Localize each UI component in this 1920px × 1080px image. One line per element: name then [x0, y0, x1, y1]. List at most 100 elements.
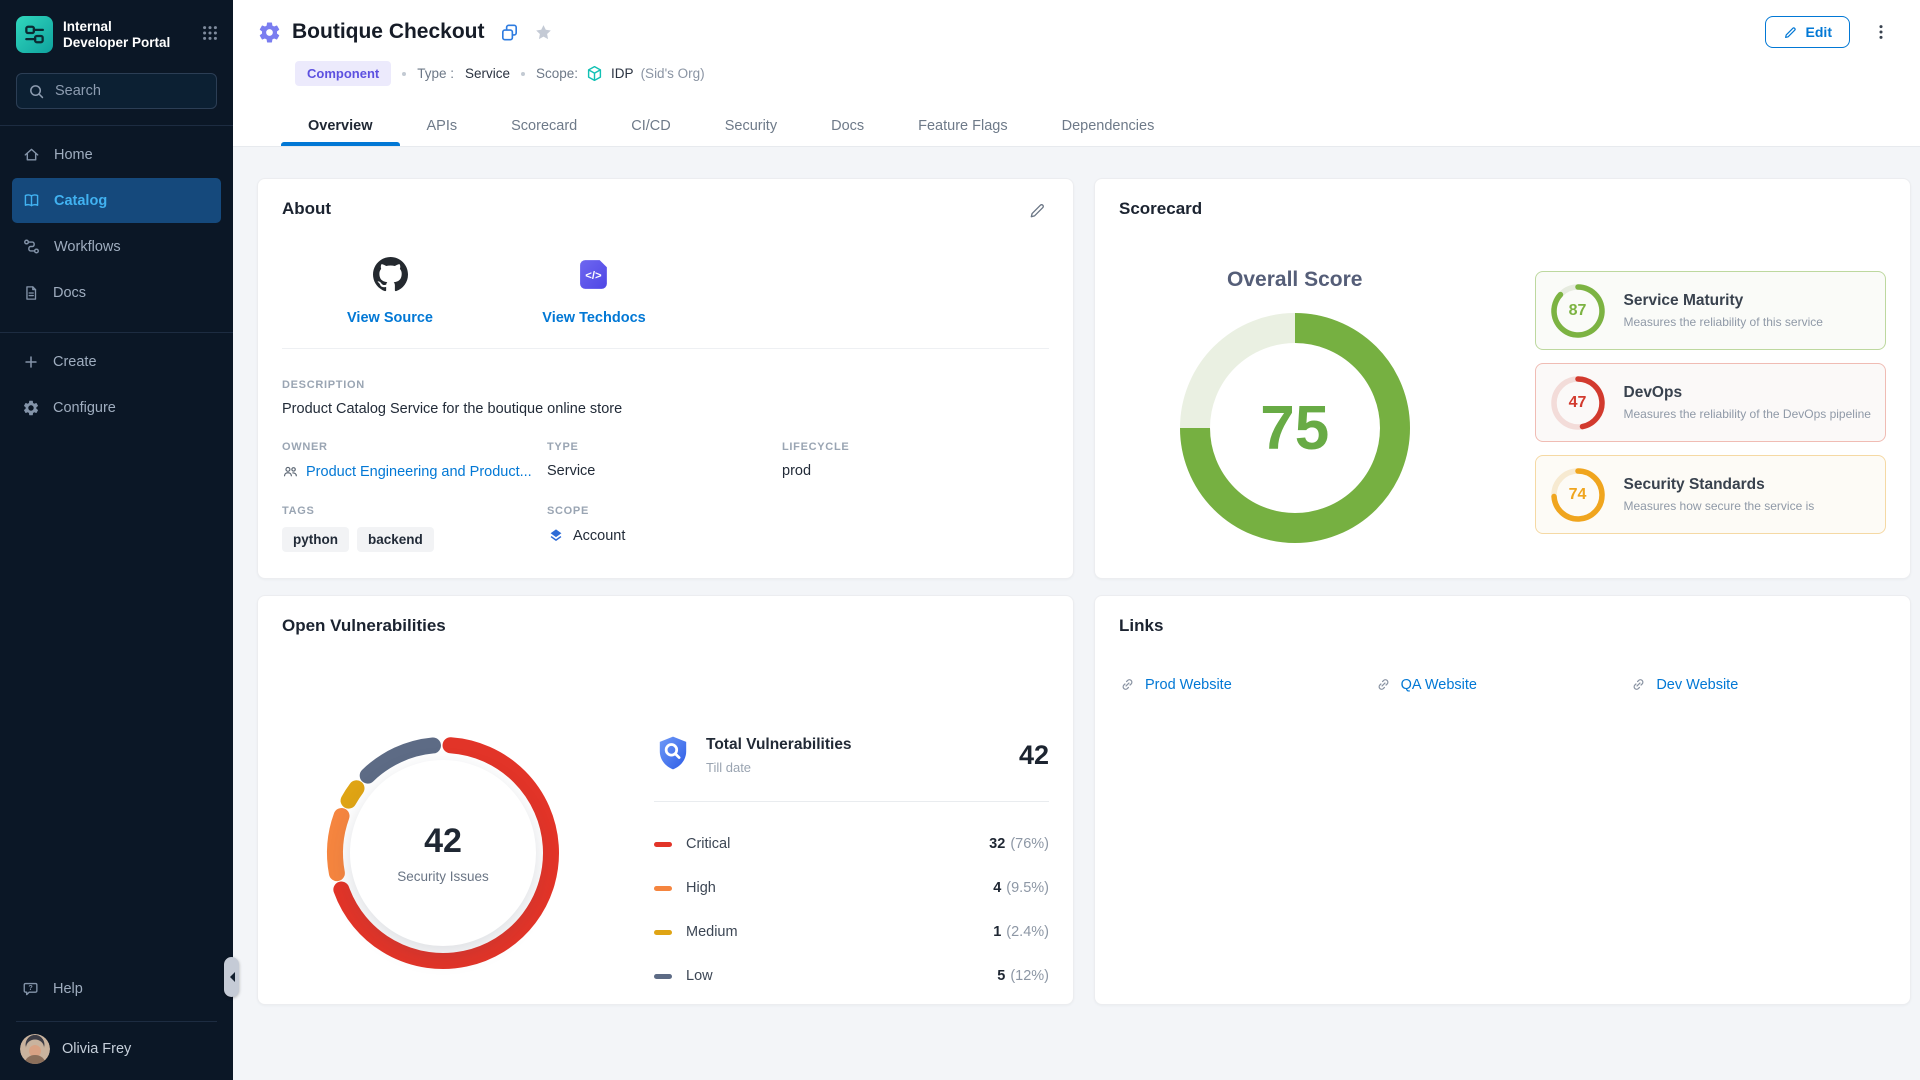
scope-wrap: Scope: IDP (Sid's Org) — [536, 64, 705, 83]
till-date-label: Till date — [706, 760, 852, 775]
kind-badge: Component — [295, 61, 391, 86]
component-gear-icon — [257, 20, 282, 45]
high-dash-icon — [654, 886, 672, 891]
tab-dependencies[interactable]: Dependencies — [1035, 106, 1182, 146]
copy-icon[interactable] — [499, 22, 520, 43]
vulnerabilities-donut-center: 42 Security Issues — [350, 760, 536, 946]
tab-bar: Overview APIs Scorecard CI/CD Security D… — [257, 106, 1890, 146]
view-source-link[interactable]: View Source — [326, 257, 454, 326]
sidebar-actions: Create Configure — [0, 339, 233, 431]
breadcrumb-dot — [521, 72, 525, 76]
vulnerabilities-card: Open Vulnerabilities 42 Security Issues — [257, 595, 1074, 1005]
search-icon — [28, 83, 45, 100]
low-dash-icon — [654, 974, 672, 979]
plus-icon — [22, 353, 40, 371]
overall-score-section: Overall Score 75 — [1119, 219, 1535, 544]
svg-text:</>: </> — [585, 270, 602, 282]
sidebar-item-workflows[interactable]: Workflows — [12, 224, 221, 269]
edit-button[interactable]: Edit — [1765, 16, 1850, 48]
legend-value: 32 — [989, 836, 1005, 852]
sidebar-item-create[interactable]: Create — [12, 339, 221, 384]
star-icon[interactable] — [534, 23, 553, 42]
link-prod-website[interactable]: Prod Website — [1119, 676, 1375, 693]
about-divider — [282, 348, 1049, 349]
view-techdocs-label: View Techdocs — [542, 310, 645, 326]
search-placeholder: Search — [55, 83, 101, 99]
sidebar-item-docs[interactable]: Docs — [12, 270, 221, 315]
tab-feature-flags[interactable]: Feature Flags — [891, 106, 1034, 146]
total-vulnerabilities-value: 42 — [1019, 740, 1049, 771]
view-techdocs-link[interactable]: </> View Techdocs — [530, 257, 658, 326]
sidebar-item-label: Workflows — [54, 239, 121, 255]
sidebar-item-label: Configure — [53, 400, 116, 416]
edit-button-label: Edit — [1806, 24, 1832, 40]
catalog-book-icon — [22, 191, 41, 210]
tab-apis[interactable]: APIs — [400, 106, 485, 146]
sidebar: Internal Developer Portal Search Home — [0, 0, 233, 1080]
sidebar-item-home[interactable]: Home — [12, 132, 221, 177]
score-description: Measures how secure the service is — [1624, 499, 1815, 513]
vulnerabilities-title: Open Vulnerabilities — [282, 616, 1049, 636]
user-menu[interactable]: Olivia Frey — [12, 1030, 221, 1068]
type-field: TYPE Service — [547, 441, 782, 480]
tab-security[interactable]: Security — [698, 106, 804, 146]
shield-search-icon — [654, 734, 692, 777]
account-icon — [547, 527, 565, 545]
home-icon — [22, 145, 41, 164]
legend-value: 5 — [997, 968, 1005, 984]
legend-row-medium: Medium 1 (2.4%) — [654, 910, 1049, 954]
tab-scorecard[interactable]: Scorecard — [484, 106, 604, 146]
about-edit-pencil-icon[interactable] — [1028, 201, 1047, 225]
link-qa-website[interactable]: QA Website — [1375, 676, 1631, 693]
sidebar-item-label: Help — [53, 981, 83, 997]
owner-link[interactable]: Product Engineering and Product... — [282, 463, 547, 480]
score-title: Service Maturity — [1624, 292, 1823, 310]
legend-label: High — [686, 880, 716, 896]
score-donut: 87 — [1550, 283, 1606, 339]
sidebar-divider — [0, 125, 233, 126]
sidebar-collapse-handle[interactable] — [224, 957, 239, 997]
team-icon — [282, 463, 299, 480]
apps-grid-icon[interactable] — [201, 24, 219, 47]
sidebar-item-configure[interactable]: Configure — [12, 385, 221, 430]
tab-docs[interactable]: Docs — [804, 106, 891, 146]
search-input[interactable]: Search — [16, 73, 217, 109]
sidebar-item-catalog[interactable]: Catalog — [12, 178, 221, 223]
about-title: About — [282, 199, 1049, 219]
score-card-devops[interactable]: 47 DevOps Measures the reliability of th… — [1535, 363, 1887, 442]
sidebar-divider — [16, 1021, 217, 1022]
scorecard-card: Scorecard Overall Score 75 87 — [1094, 178, 1911, 579]
sidebar-item-help[interactable]: ? Help — [12, 966, 221, 1011]
link-label: Dev Website — [1656, 677, 1738, 693]
legend-label: Critical — [686, 836, 730, 852]
about-card: About View Source — [257, 178, 1074, 579]
legend-percent: (76%) — [1010, 836, 1049, 852]
legend-value: 1 — [993, 924, 1001, 940]
score-card-service-maturity[interactable]: 87 Service Maturity Measures the reliabi… — [1535, 271, 1887, 350]
link-label: QA Website — [1401, 677, 1477, 693]
page-header: Boutique Checkout Edit — [233, 0, 1920, 147]
link-dev-website[interactable]: Dev Website — [1630, 676, 1886, 693]
sidebar-item-label: Home — [54, 147, 93, 163]
tab-overview[interactable]: Overview — [281, 106, 400, 146]
links-title: Links — [1119, 616, 1886, 636]
app-logo — [16, 16, 53, 53]
scope-value: IDP — [611, 66, 634, 81]
more-options-kebab-icon[interactable] — [1872, 23, 1890, 41]
tab-cicd[interactable]: CI/CD — [604, 106, 697, 146]
score-card-security-standards[interactable]: 74 Security Standards Measures how secur… — [1535, 455, 1887, 534]
score-list: 87 Service Maturity Measures the reliabi… — [1535, 271, 1887, 544]
vulnerabilities-summary: Total Vulnerabilities Till date 42 Criti… — [654, 734, 1049, 998]
sidebar-item-label: Create — [53, 354, 97, 370]
score-title: Security Standards — [1624, 476, 1815, 494]
sidebar-item-label: Catalog — [54, 193, 107, 209]
docs-icon — [22, 284, 40, 302]
description-label: DESCRIPTION — [282, 379, 1049, 391]
techdocs-icon: </> — [577, 257, 612, 297]
breadcrumb: Component Type : Service Scope: IDP (Sid… — [295, 61, 1890, 86]
sidebar-item-label: Docs — [53, 285, 86, 301]
overall-score-value: 75 — [1260, 393, 1329, 464]
critical-dash-icon — [654, 842, 672, 847]
legend-row-low: Low 5 (12%) — [654, 954, 1049, 998]
lifecycle-value: prod — [782, 463, 1049, 479]
